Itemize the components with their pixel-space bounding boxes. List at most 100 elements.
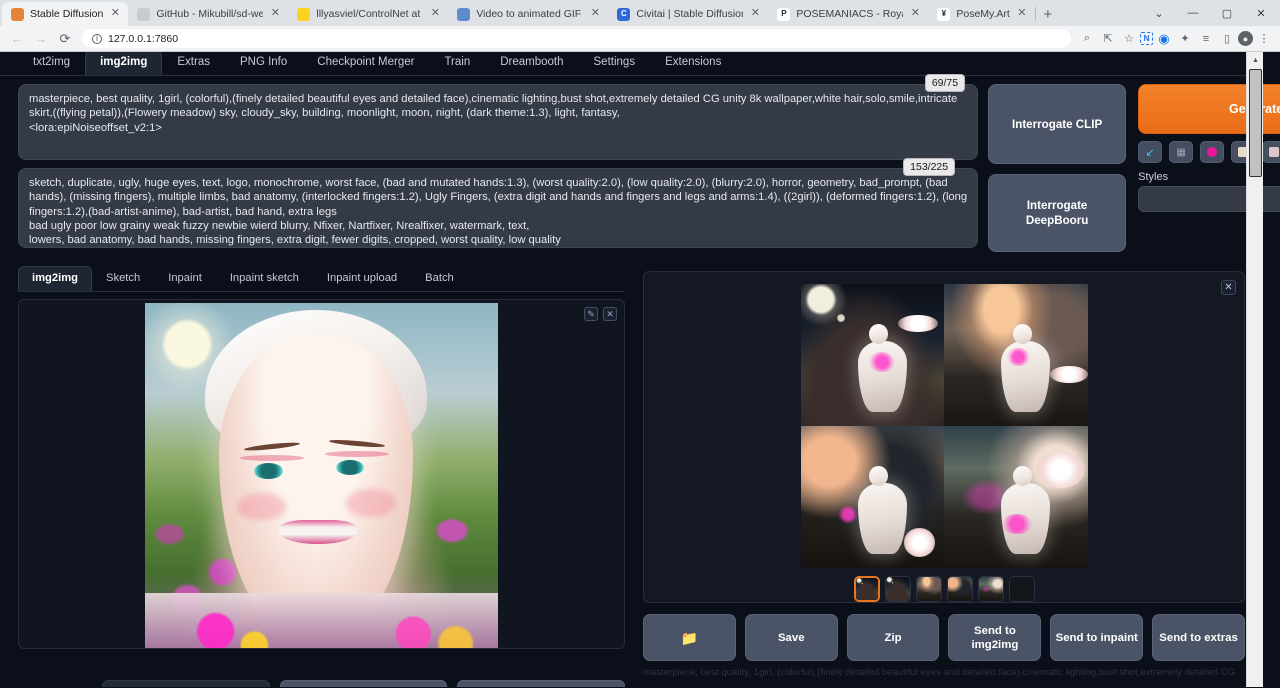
browser-tab-title: lllyasviel/ControlNet at main <box>316 8 423 20</box>
thumb-art <box>979 577 1003 601</box>
source-image-panel[interactable]: ✎ ✕ <box>18 299 625 649</box>
window-restore-down-icon[interactable]: ⌄ <box>1142 0 1176 26</box>
tab-png-info[interactable]: PNG Info <box>225 52 302 75</box>
sub-tab-inpaint[interactable]: Inpaint <box>154 266 216 291</box>
browser-tab-6[interactable]: ¥ PoseMy.Art ✕ <box>928 2 1034 26</box>
negative-prompt-input[interactable]: 153/225 sketch, duplicate, ugly, huge ey… <box>18 168 978 248</box>
sd-icon <box>11 8 24 21</box>
back-icon[interactable]: ← <box>6 28 28 50</box>
browser-tab-0[interactable]: Stable Diffusion ✕ <box>2 2 128 26</box>
browser-tab-close-icon[interactable]: ✕ <box>589 8 601 20</box>
tab-extras[interactable]: Extras <box>162 52 225 75</box>
browser-tab-1[interactable]: GitHub - Mikubill/sd-webui-co ✕ <box>128 2 288 26</box>
thumbnail-item[interactable] <box>1009 576 1035 602</box>
save-button[interactable]: Save <box>745 614 838 661</box>
browser-tab-close-icon[interactable]: ✕ <box>909 8 921 20</box>
browser-tab-strip: Stable Diffusion ✕ GitHub - Mikubill/sd-… <box>0 0 1280 26</box>
interrogate-deepbooru-button[interactable]: Interrogate DeepBooru <box>988 174 1126 252</box>
sub-tab-inpaint-upload[interactable]: Inpaint upload <box>313 266 411 291</box>
more-menu-icon[interactable]: ⋮ <box>1254 29 1274 49</box>
sub-tab-sketch[interactable]: Sketch <box>92 266 154 291</box>
browser-tab-5[interactable]: P POSEMANIACS - Royalty free 3 ✕ <box>768 2 928 26</box>
remove-image-icon[interactable]: ✕ <box>603 307 617 321</box>
sub-tab-inpaint-sketch[interactable]: Inpaint sketch <box>216 266 313 291</box>
clear-prompt-icon[interactable]: ▦ <box>1169 141 1193 163</box>
thumb-art <box>948 577 972 601</box>
img2img-sub-tab-bar: img2img Sketch Inpaint Inpaint sketch In… <box>18 268 625 292</box>
thumbnail-item[interactable] <box>947 576 973 602</box>
main-tab-bar: txt2img img2img Extras PNG Info Checkpoi… <box>0 52 1263 76</box>
zip-button[interactable]: Zip <box>847 614 940 661</box>
tab-settings[interactable]: Settings <box>579 52 651 75</box>
toolbar-icon-group: ⌕ ⇱ ☆ N ◉ ✦ ≡ ▯ ● ⋮ <box>1077 29 1274 49</box>
copy-to-inpaint-button[interactable]: inpaint <box>457 680 625 687</box>
address-bar[interactable]: i 127.0.0.1:7860 <box>82 29 1071 48</box>
positive-prompt-input[interactable]: 69/75 masterpiece, best quality, 1girl, … <box>18 84 978 160</box>
send-to-img2img-button[interactable]: Send to img2img <box>948 614 1041 661</box>
browser-tab-close-icon[interactable]: ✕ <box>749 8 761 20</box>
reload-icon[interactable]: ⟳ <box>54 28 76 50</box>
save-style-icon[interactable] <box>1262 141 1280 163</box>
sub-tab-img2img[interactable]: img2img <box>18 266 92 291</box>
extensions-puzzle-icon[interactable]: ✦ <box>1175 29 1195 49</box>
tab-txt2img[interactable]: txt2img <box>18 52 85 75</box>
scrollbar-thumb[interactable] <box>1249 69 1262 177</box>
tab-dreambooth[interactable]: Dreambooth <box>485 52 578 75</box>
thumbnail-item[interactable] <box>978 576 1004 602</box>
scene-artwork <box>944 426 1088 568</box>
open-folder-button[interactable]: 📁 <box>643 614 736 661</box>
send-to-extras-button[interactable]: Send to extras <box>1152 614 1245 661</box>
interrogate-clip-button[interactable]: Interrogate CLIP <box>988 84 1126 164</box>
close-gallery-icon[interactable]: ✕ <box>1221 280 1236 295</box>
page-scrollbar[interactable]: ▲ <box>1246 52 1263 687</box>
thumbnail-item[interactable] <box>916 576 942 602</box>
source-image[interactable] <box>145 303 498 648</box>
reading-list-icon[interactable]: ≡ <box>1196 29 1216 49</box>
window-maximize-icon[interactable]: ▢ <box>1210 0 1244 26</box>
browser-tab-4[interactable]: C Civitai | Stable Diffusion model ✕ <box>608 2 768 26</box>
browser-tab-close-icon[interactable]: ✕ <box>109 8 121 20</box>
browser-tab-close-icon[interactable]: ✕ <box>429 8 441 20</box>
thumb-art <box>917 577 941 601</box>
share-icon[interactable]: ⇱ <box>1098 29 1118 49</box>
scroll-up-icon[interactable]: ▲ <box>1247 52 1264 69</box>
browser-tab-3[interactable]: Video to animated GIF converter ✕ <box>448 2 608 26</box>
paste-params-icon[interactable] <box>1200 141 1224 163</box>
bookmark-star-icon[interactable]: ☆ <box>1119 29 1139 49</box>
github-icon <box>137 8 150 21</box>
img2img-pane: img2img Sketch Inpaint Inpaint sketch In… <box>18 268 625 668</box>
browser-tab-close-icon[interactable]: ✕ <box>269 8 281 20</box>
extension-n-icon[interactable]: N <box>1140 32 1153 45</box>
glow-accent <box>1001 514 1033 534</box>
send-to-inpaint-button[interactable]: Send to inpaint <box>1050 614 1143 661</box>
zoom-icon[interactable]: ⌕ <box>1077 29 1097 49</box>
tab-checkpoint-merger[interactable]: Checkpoint Merger <box>302 52 429 75</box>
eye-left <box>254 463 282 479</box>
extension-blue-icon[interactable]: ◉ <box>1154 29 1174 49</box>
site-info-icon[interactable]: i <box>92 34 102 44</box>
window-close-icon[interactable]: ✕ <box>1244 0 1278 26</box>
edit-image-icon[interactable]: ✎ <box>584 307 598 321</box>
tab-train[interactable]: Train <box>429 52 485 75</box>
new-tab-button[interactable]: + <box>1035 2 1061 26</box>
thumbnail-item[interactable] <box>854 576 880 602</box>
sub-tab-batch[interactable]: Batch <box>411 266 468 291</box>
forward-icon[interactable]: → <box>30 28 52 50</box>
window-minimize-icon[interactable]: — <box>1176 0 1210 26</box>
browser-tab-title: Video to animated GIF converter <box>476 8 583 20</box>
video-icon <box>457 8 470 21</box>
copy-to-img2img-button[interactable]: img2img <box>102 680 270 687</box>
tab-img2img[interactable]: img2img <box>85 52 162 75</box>
thumbnail-item[interactable] <box>885 576 911 602</box>
browser-tab-close-icon[interactable]: ✕ <box>1016 8 1028 20</box>
result-cell-1 <box>801 284 945 426</box>
profile-avatar-icon[interactable]: ● <box>1238 31 1253 46</box>
side-panel-icon[interactable]: ▯ <box>1217 29 1237 49</box>
generation-info-text: masterpiece, best quality, 1girl, (color… <box>643 667 1245 679</box>
tab-extensions[interactable]: Extensions <box>650 52 736 75</box>
copy-to-sketch-button[interactable]: sketch <box>280 680 448 687</box>
result-image-grid[interactable] <box>801 284 1088 568</box>
restore-progress-icon[interactable]: ↙ <box>1138 141 1162 163</box>
browser-tab-2[interactable]: lllyasviel/ControlNet at main ✕ <box>288 2 448 26</box>
negative-prompt-line: fingers:1.2),(bad-artist-anime), bad-art… <box>29 205 967 219</box>
